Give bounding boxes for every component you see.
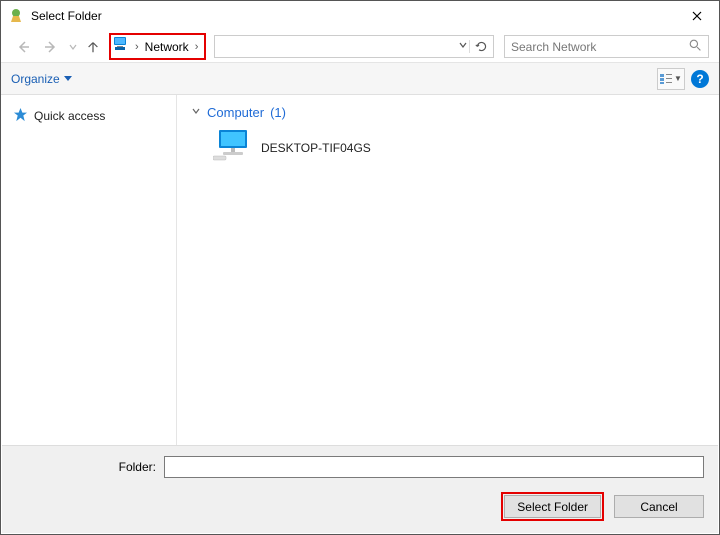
- chevron-right-icon: ›: [193, 41, 201, 53]
- address-bar-highlight: › Network ›: [109, 33, 206, 60]
- chevron-down-icon: [69, 43, 77, 51]
- address-dropdown[interactable]: [457, 41, 469, 52]
- device-name: DESKTOP-TIF04GS: [261, 141, 371, 155]
- device-item[interactable]: DESKTOP-TIF04GS: [213, 130, 371, 165]
- folder-input[interactable]: [164, 456, 704, 478]
- window-title: Select Folder: [31, 9, 675, 23]
- view-options-button[interactable]: ▼: [657, 68, 685, 90]
- search-placeholder: Search Network: [511, 40, 596, 54]
- sidebar-item-quick-access[interactable]: Quick access: [9, 105, 168, 127]
- view-icon: [660, 74, 672, 84]
- arrow-up-icon: [86, 40, 100, 54]
- organize-menu[interactable]: Organize: [11, 72, 72, 86]
- help-button[interactable]: ?: [691, 70, 709, 88]
- chevron-down-icon: [191, 106, 201, 119]
- up-button[interactable]: [83, 35, 103, 59]
- help-icon: ?: [696, 72, 703, 86]
- address-bar[interactable]: [214, 35, 494, 58]
- footer: Folder: Select Folder Cancel: [2, 445, 718, 533]
- main-pane: Computer (1) DESKTOP-TIF04GS: [177, 95, 719, 469]
- title-bar: Select Folder: [1, 1, 719, 31]
- sidebar-item-label: Quick access: [34, 109, 105, 123]
- computer-icon: [213, 130, 251, 165]
- select-folder-button[interactable]: Select Folder: [504, 495, 601, 518]
- app-icon: [9, 8, 25, 24]
- chevron-right-icon: ›: [133, 41, 141, 53]
- arrow-right-icon: [43, 39, 59, 55]
- navigation-row: › Network › Search Network: [1, 31, 719, 63]
- group-label: Computer: [207, 105, 264, 120]
- refresh-button[interactable]: [469, 40, 489, 53]
- arrow-left-icon: [15, 39, 31, 55]
- select-folder-highlight: Select Folder: [501, 492, 604, 521]
- group-header-computer[interactable]: Computer (1): [191, 105, 705, 120]
- sidebar: Quick access: [1, 95, 177, 469]
- close-button[interactable]: [675, 1, 719, 31]
- toolbar: Organize ▼ ?: [1, 63, 719, 95]
- chevron-down-icon: [64, 76, 72, 81]
- refresh-icon: [475, 40, 488, 53]
- forward-button[interactable]: [39, 35, 63, 59]
- breadcrumb[interactable]: › Network ›: [133, 40, 200, 54]
- back-button[interactable]: [11, 35, 35, 59]
- cancel-button[interactable]: Cancel: [614, 495, 704, 518]
- search-input[interactable]: Search Network: [504, 35, 709, 58]
- network-icon: [113, 36, 131, 57]
- chevron-down-icon: ▼: [674, 74, 682, 83]
- chevron-down-icon: [459, 41, 467, 49]
- organize-label: Organize: [11, 72, 60, 86]
- close-icon: [692, 11, 702, 21]
- search-icon: [689, 39, 702, 55]
- folder-label: Folder:: [16, 460, 156, 474]
- breadcrumb-item: Network: [145, 40, 189, 54]
- star-icon: [13, 107, 28, 125]
- recent-dropdown[interactable]: [67, 35, 79, 59]
- group-count: (1): [270, 105, 286, 120]
